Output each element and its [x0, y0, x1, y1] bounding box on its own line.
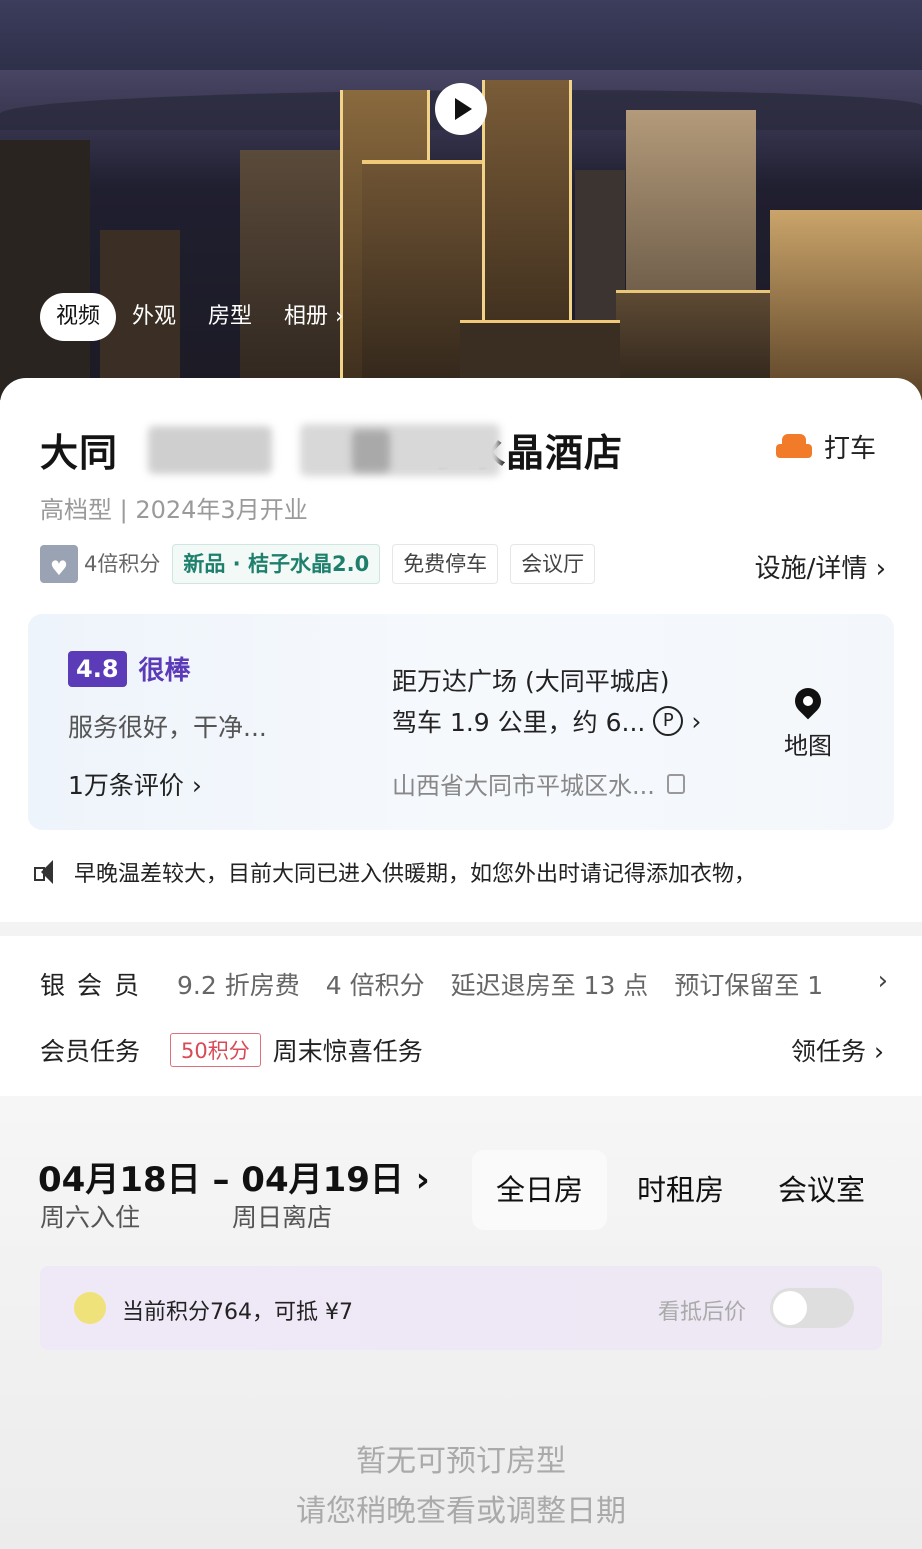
notice-text: 早晚温差较大，目前大同已进入供暖期，如您外出时请记得添加衣物， — [74, 862, 757, 887]
tag-row: 4倍积分 新品 · 桔子水晶2.0 免费停车 会议厅 — [40, 544, 596, 587]
chevron-right-icon[interactable]: › — [878, 966, 888, 996]
rating-word: 很棒 — [138, 656, 191, 686]
rating[interactable]: 4.8 很棒 — [68, 650, 191, 687]
tab-hourly[interactable]: 时租房 — [613, 1150, 748, 1230]
distance-landmark[interactable]: 距万达广场 (大同平城店) — [392, 662, 669, 698]
deduct-toggle[interactable] — [770, 1288, 854, 1328]
hotel-subtitle: 高档型 | 2024年3月开业 — [40, 496, 308, 524]
review-count-link[interactable]: 1万条评价 › — [68, 766, 202, 802]
taxi-label: 打车 — [824, 434, 877, 464]
tab-full-day[interactable]: 全日房 — [472, 1150, 608, 1230]
meeting-tag: 会议厅 — [510, 544, 596, 584]
building — [0, 140, 90, 400]
checkout-day: 周日离店 — [232, 1203, 333, 1232]
address[interactable]: 山西省大同市平城区水... — [392, 766, 685, 801]
tab-video[interactable]: 视频 — [40, 293, 117, 341]
rating-score: 4.8 — [68, 650, 127, 687]
member-task-row: 会员任务 50积分 周末惊喜任务 — [40, 1032, 423, 1068]
redacted-text — [300, 424, 500, 476]
review-snippet[interactable]: 服务很好，干净... — [68, 708, 267, 744]
distance-drive[interactable]: 驾车 1.9 公里，约 6... P › — [392, 703, 701, 739]
hero-video[interactable]: 视频 外观 房型 相册 — [0, 0, 922, 400]
member-task-label: 会员任务 — [40, 1037, 141, 1066]
redacted-text — [148, 426, 272, 474]
taxi-button[interactable]: 打车 — [776, 428, 876, 465]
media-tabs: 视频 外观 房型 相册 — [40, 292, 360, 342]
chevron-right-icon: › — [691, 706, 702, 736]
new-product-tag: 新品 · 桔子水晶2.0 — [172, 544, 381, 584]
tab-exterior[interactable]: 外观 — [116, 293, 192, 341]
parking-tag: 免费停车 — [392, 544, 499, 584]
points-tag-label: 4倍积分 — [84, 552, 161, 576]
facilities-link[interactable]: 设施/详情 › — [755, 548, 886, 585]
checkin-day: 周六入住 — [40, 1203, 141, 1232]
benefit-points: 4 倍积分 — [325, 971, 425, 1000]
benefit-discount: 9.2 折房费 — [177, 971, 300, 1000]
room-type-tabs: 全日房 时租房 会议室 — [472, 1150, 889, 1230]
tab-room-type[interactable]: 房型 — [192, 293, 268, 341]
date-range[interactable]: 04月18日 – 04月19日 › — [38, 1152, 430, 1201]
notice-bar[interactable]: 早晚温差较大，目前大同已进入供暖期，如您外出时请记得添加衣物， — [34, 856, 892, 888]
task-name: 周末惊喜任务 — [272, 1037, 423, 1066]
redacted-text — [352, 430, 390, 472]
member-level: 银会员 — [40, 971, 152, 1000]
parking-icon: P — [653, 706, 684, 736]
points-balance: 当前积分764，可抵 ¥7 — [122, 1300, 353, 1325]
map-button[interactable]: 地图 — [778, 682, 838, 761]
empty-state-hint: 请您稍晚查看或调整日期 — [296, 1494, 626, 1529]
speaker-icon — [34, 860, 64, 884]
section-divider — [0, 922, 922, 936]
hotel-title-start: 大同 — [40, 431, 119, 475]
tab-meeting-room[interactable]: 会议室 — [754, 1150, 889, 1230]
task-points-tag: 50积分 — [170, 1033, 261, 1067]
play-button[interactable] — [435, 83, 487, 135]
distance-drive-text: 驾车 1.9 公里，约 6... — [392, 708, 646, 737]
member-benefits[interactable]: 银会员 9.2 折房费 4 倍积分 延迟退房至 13 点 预订保留至 1 — [40, 966, 890, 1002]
taxi-car-icon — [776, 432, 812, 462]
tab-album[interactable]: 相册 — [268, 293, 360, 341]
benefit-late-checkout: 延迟退房至 13 点 — [450, 971, 649, 1000]
claim-task-link[interactable]: 领任务 › — [791, 1032, 884, 1068]
empty-state-title: 暂无可预订房型 — [356, 1444, 566, 1479]
diamond-icon — [40, 545, 78, 587]
copy-icon[interactable] — [666, 773, 685, 794]
coin-icon — [74, 1292, 106, 1324]
deduct-price-label: 看抵后价 — [658, 1300, 747, 1325]
map-pin-icon — [789, 682, 827, 720]
building — [240, 150, 340, 400]
points-tag: 4倍积分 — [40, 544, 161, 587]
building — [770, 210, 922, 400]
map-label: 地图 — [784, 732, 832, 760]
address-text: 山西省大同市平城区水... — [392, 772, 655, 800]
benefit-reservation-hold: 预订保留至 1 — [674, 971, 824, 1000]
